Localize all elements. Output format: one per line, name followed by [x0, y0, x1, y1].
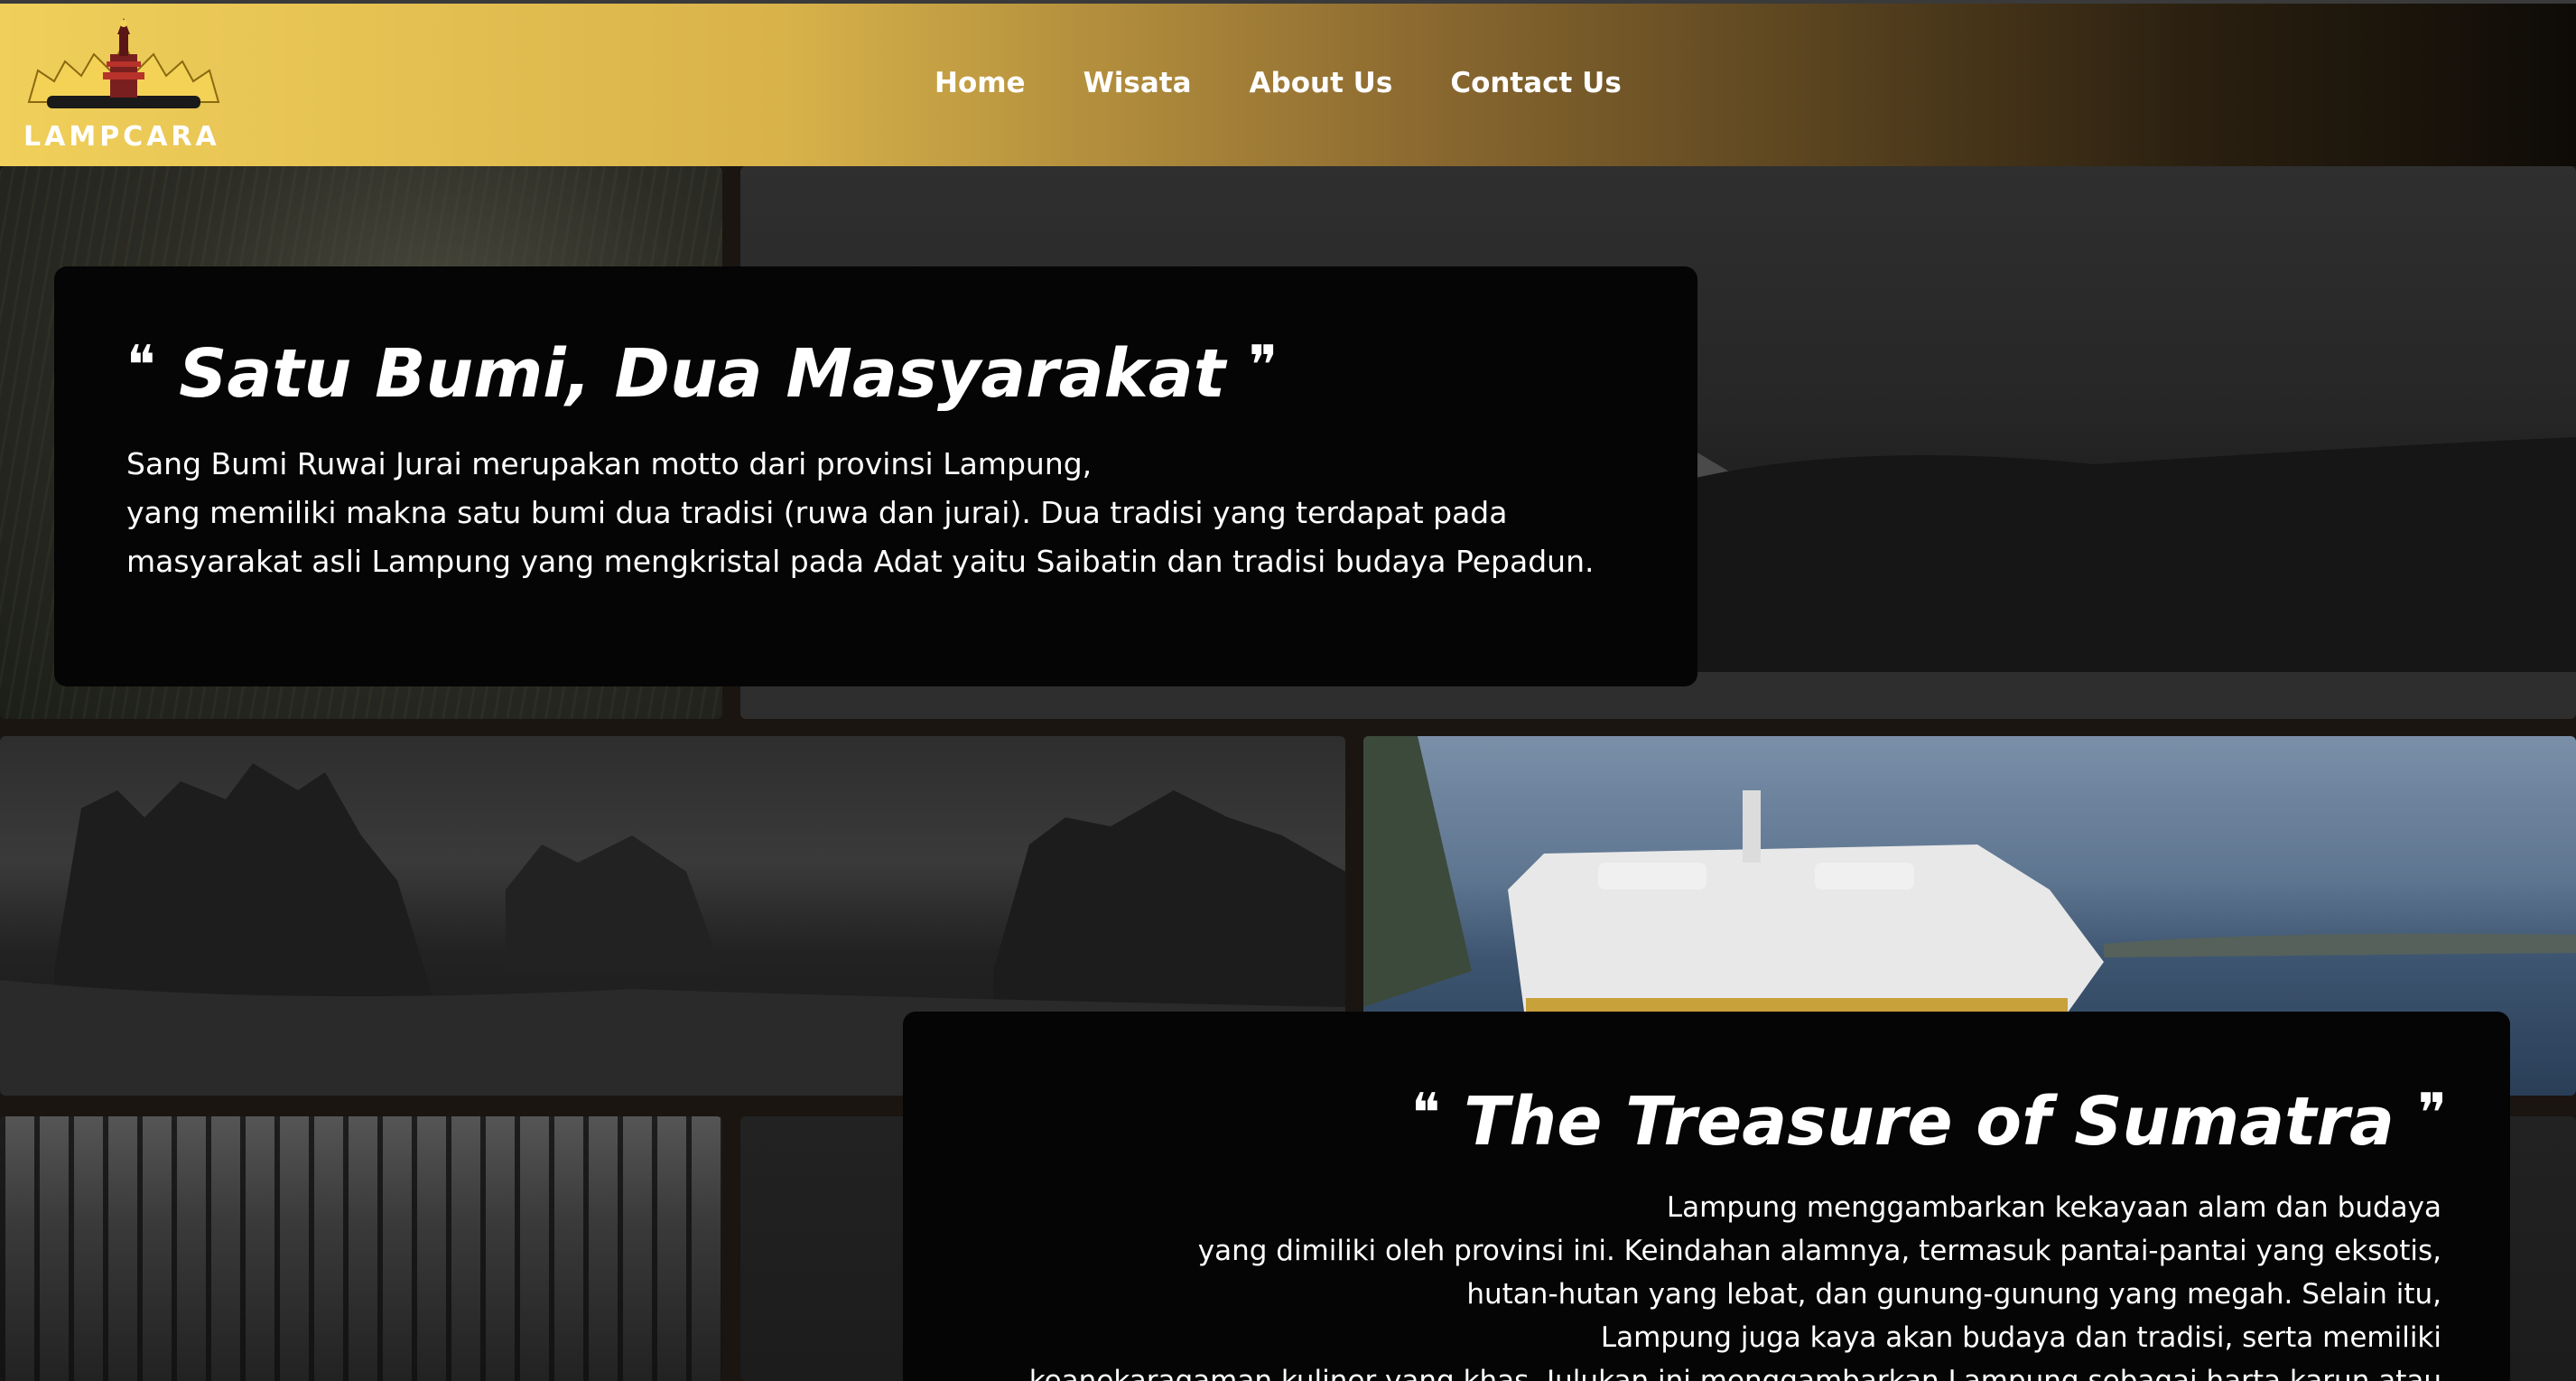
- treasure-line: Lampung menggambarkan kekayaan alam dan …: [1666, 1191, 2441, 1224]
- motto-title-text: Satu Bumi, Dua Masyarakat: [179, 335, 1226, 413]
- close-quote-icon: ❞: [1248, 334, 1279, 397]
- nav-about-link[interactable]: About Us: [1250, 67, 1393, 99]
- treasure-title: ❝ The Treasure of Sumatra ❞: [1411, 1082, 2447, 1161]
- nav-wisata-link[interactable]: Wisata: [1083, 67, 1192, 99]
- treasure-line: keanekaragaman kuliner yang khas. Juluka…: [1028, 1365, 2441, 1381]
- motto-line: yang memiliki makna satu bumi dua tradis…: [126, 495, 1508, 530]
- treasure-description: Lampung menggambarkan kekayaan alam dan …: [1029, 1186, 2441, 1381]
- open-quote-icon: ❝: [1411, 1082, 1441, 1145]
- siger-crown-icon: [27, 18, 220, 108]
- close-quote-icon: ❞: [2417, 1082, 2447, 1145]
- treasure-card: ❝ The Treasure of Sumatra ❞ Lampung meng…: [903, 1012, 2510, 1381]
- logo[interactable]: LAMPCARA: [20, 16, 228, 157]
- motto-line: Sang Bumi Ruwai Jurai merupakan motto da…: [126, 446, 1093, 481]
- motto-title: ❝ Satu Bumi, Dua Masyarakat ❞: [126, 334, 1278, 413]
- forest-photo: [0, 1116, 722, 1381]
- open-quote-icon: ❝: [126, 334, 156, 397]
- treasure-title-text: The Treasure of Sumatra: [1464, 1083, 2395, 1161]
- treasure-line: Lampung juga kaya akan budaya dan tradis…: [1600, 1321, 2441, 1354]
- motto-description: Sang Bumi Ruwai Jurai merupakan motto da…: [126, 440, 1594, 586]
- motto-card: ❝ Satu Bumi, Dua Masyarakat ❞ Sang Bumi …: [54, 266, 1697, 686]
- nav-home-link[interactable]: Home: [935, 67, 1026, 99]
- motto-line: masyarakat asli Lampung yang mengkristal…: [126, 544, 1595, 579]
- logo-text: LAMPCARA: [23, 121, 220, 153]
- treasure-line: hutan-hutan yang lebat, dan gunung-gunun…: [1466, 1278, 2441, 1311]
- main-nav: Home Wisata About Us Contact Us: [935, 67, 1622, 99]
- treasure-line: yang dimiliki oleh provinsi ini. Keindah…: [1197, 1235, 2441, 1267]
- nav-contact-link[interactable]: Contact Us: [1450, 67, 1621, 99]
- site-header: LAMPCARA Home Wisata About Us Contact Us: [0, 0, 2576, 166]
